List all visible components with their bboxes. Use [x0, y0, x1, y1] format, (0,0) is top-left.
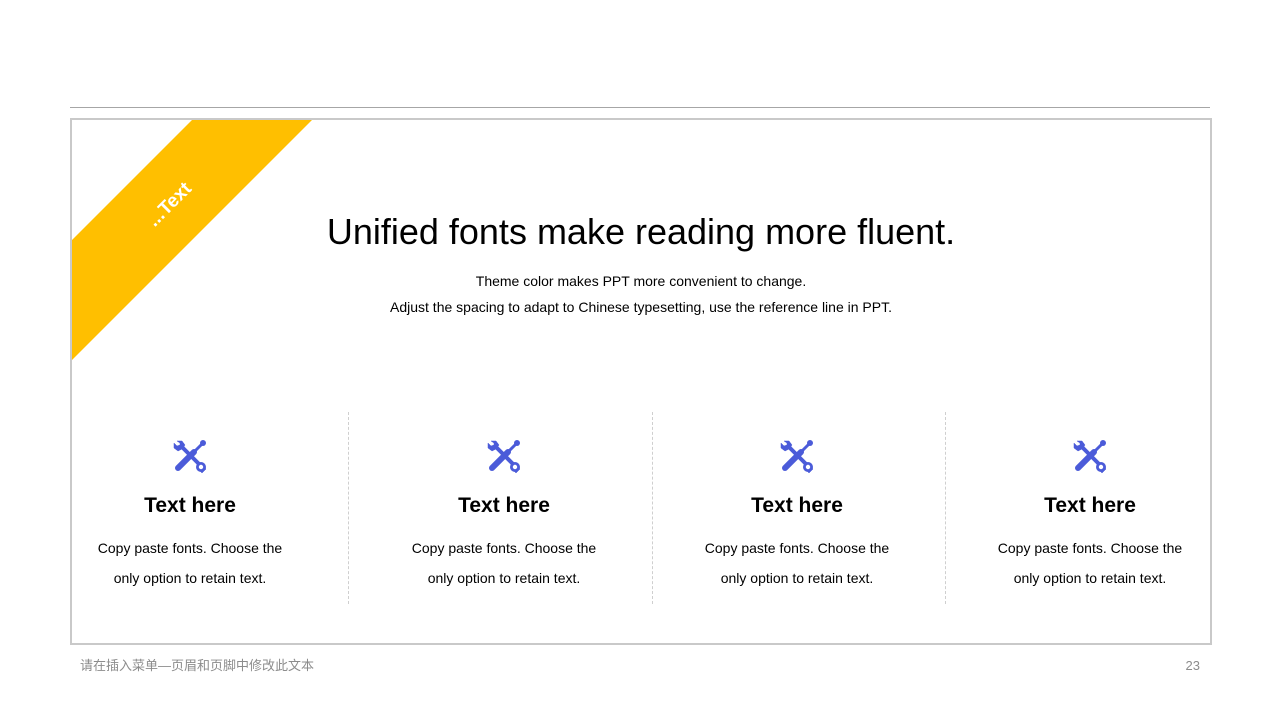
column-body-line-1: Copy paste fonts. Choose the	[704, 540, 890, 556]
feature-column-3: Text here Copy paste fonts. Choose the o…	[687, 436, 907, 593]
feature-column-2: Text here Copy paste fonts. Choose the o…	[394, 436, 614, 593]
column-divider-1	[348, 412, 349, 604]
slide-title: Unified fonts make reading more fluent.	[326, 211, 956, 252]
feature-column-1: Text here Copy paste fonts. Choose the o…	[80, 436, 300, 593]
tools-icon	[1073, 440, 1107, 474]
column-title: Text here	[1044, 494, 1136, 517]
column-divider-2	[652, 412, 653, 604]
footer-text: 请在插入菜单—页眉和页脚中修改此文本	[80, 658, 315, 673]
column-title: Text here	[458, 494, 550, 517]
tools-icon	[487, 440, 521, 474]
column-body-line-2: only option to retain text.	[427, 570, 581, 586]
page-number: 23	[1185, 658, 1200, 673]
content-frame: ...Text Unified fonts make reading more …	[70, 118, 1212, 645]
column-body-line-2: only option to retain text.	[113, 570, 267, 586]
column-body-line-1: Copy paste fonts. Choose the	[97, 540, 283, 556]
column-divider-3	[945, 412, 946, 604]
header-rule	[70, 107, 1210, 108]
column-body-line-1: Copy paste fonts. Choose the	[411, 540, 597, 556]
subtitle-line-2: Adjust the spacing to adapt to Chinese t…	[390, 299, 892, 315]
column-title: Text here	[144, 494, 236, 517]
feature-column-4: Text here Copy paste fonts. Choose the o…	[980, 436, 1200, 593]
column-body-line-2: only option to retain text.	[720, 570, 874, 586]
tools-icon	[780, 440, 814, 474]
column-body-line-2: only option to retain text.	[1013, 570, 1167, 586]
tools-icon	[173, 440, 207, 474]
subtitle-line-1: Theme color makes PPT more convenient to…	[475, 273, 807, 289]
column-body-line-1: Copy paste fonts. Choose the	[997, 540, 1183, 556]
column-title: Text here	[751, 494, 843, 517]
